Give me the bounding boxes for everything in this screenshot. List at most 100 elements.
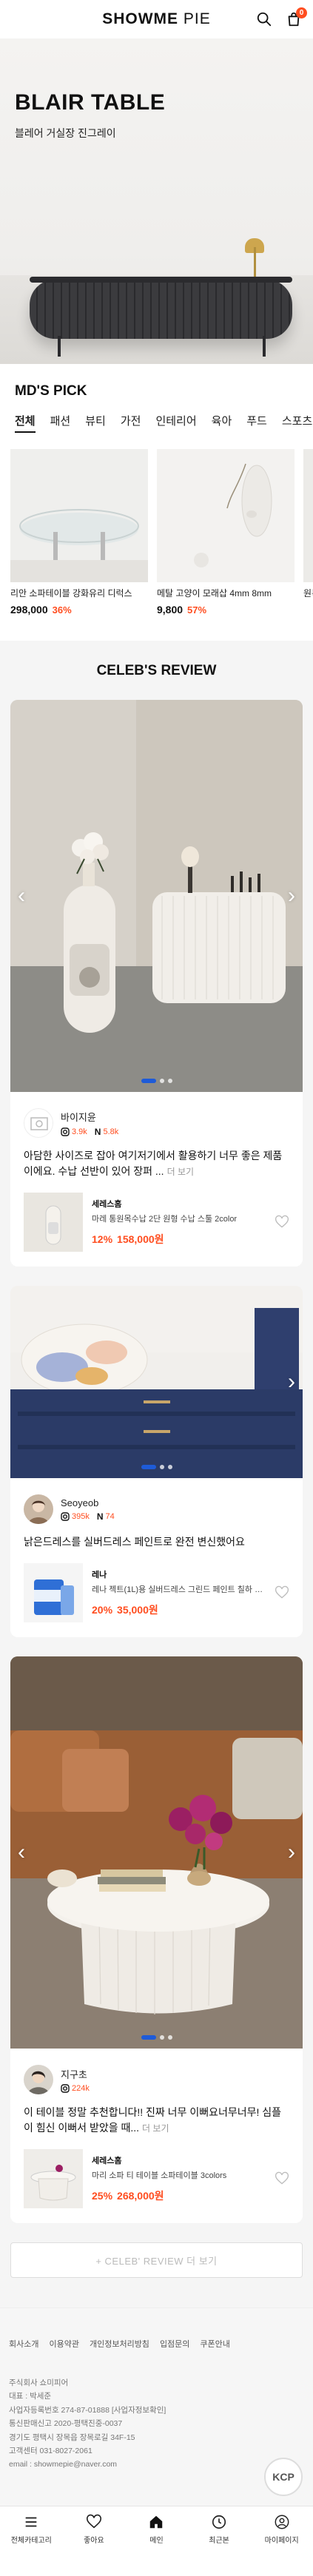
tab-appliance[interactable]: 가전 xyxy=(121,413,141,433)
review-card[interactable]: ‹ › 바이지윤 3.9k N 5.8k 아담한 사이즈로 잡아 여기저기에서 … xyxy=(10,700,303,1267)
more-reviews-button[interactable]: + CELEB' REVIEW 더 보기 xyxy=(10,2242,303,2278)
product-card[interactable]: 원목 xyxy=(303,449,313,616)
product-price-row: 20% 35,000원 xyxy=(92,1602,270,1617)
footer-link-terms[interactable]: 이용약관 xyxy=(49,2338,78,2350)
tab-beauty[interactable]: 뷰티 xyxy=(85,413,106,433)
review-product[interactable]: 레나 레나 젝트(1L)용 실버드레스 그린드 페인트 칠하 친환경 ... 2… xyxy=(24,1563,289,1622)
heart-icon[interactable] xyxy=(275,1585,289,1600)
instagram-icon xyxy=(61,1127,70,1136)
carousel-dot[interactable] xyxy=(159,1079,164,1083)
ceo: 대표 : 박세준 xyxy=(9,2392,52,2401)
instagram-stat: 395k xyxy=(61,1512,90,1521)
nav-category[interactable]: 전체카테고리 xyxy=(0,2506,63,2553)
blog-stat: N 5.8k xyxy=(95,1127,118,1137)
nav-label: 최근본 xyxy=(209,2537,229,2546)
footer-link-privacy[interactable]: 개인정보처리방침 xyxy=(90,2338,149,2350)
review-image[interactable]: ‹ › xyxy=(10,700,303,1092)
company-name: 주식회사 쇼미피어 xyxy=(9,2378,69,2387)
address: 경기도 평택시 장목읍 장목로길 34F-15 xyxy=(9,2432,135,2442)
product-name: 원목 xyxy=(303,588,313,599)
carousel-dot[interactable] xyxy=(159,2035,164,2040)
footer-link-company[interactable]: 회사소개 xyxy=(9,2338,38,2350)
footer-link-coupon[interactable]: 쿠폰안내 xyxy=(200,2338,229,2350)
business-number[interactable]: 사업자등록번호 274-87-01888 [사업자정보확인] xyxy=(9,2404,304,2417)
mail-order-number: 통신판매신고 2020-평택진중-0037 xyxy=(9,2419,123,2429)
carousel-dot[interactable] xyxy=(159,1465,164,1469)
product-carousel[interactable]: 리안 소파테이블 강화유리 디럭스 298,000 36% 메탈 고양이 모래삽 … xyxy=(0,440,313,616)
review-user[interactable]: 바이지윤 3.9k N 5.8k xyxy=(24,1108,289,1138)
review-product[interactable]: 세레스홈 마레 통원목수납 2단 원형 수납 스툴 2color 12% 158,… xyxy=(24,1193,289,1252)
product-percent: 20% xyxy=(92,1604,113,1616)
carousel-dot-active[interactable] xyxy=(141,2035,156,2040)
sideboard-leg xyxy=(58,336,61,357)
instagram-icon xyxy=(61,1511,70,1521)
cart-icon[interactable]: 0 xyxy=(283,7,307,30)
instagram-count: 395k xyxy=(72,1511,90,1521)
user-stats: 224k xyxy=(61,2084,90,2093)
footer-link-partner[interactable]: 입점문의 xyxy=(160,2338,189,2350)
kcp-badge[interactable]: KCP xyxy=(264,2458,303,2496)
review-text-content: 낡은드레스를 실버드레스 페인트로 완전 변신했어요 xyxy=(24,1536,245,1548)
nav-recent[interactable]: 최근본 xyxy=(188,2506,251,2553)
review-text[interactable]: 아담한 사이즈로 잡아 여기저기에서 활용하기 너무 좋은 제품이에요. 수납 … xyxy=(24,1148,289,1179)
review-user[interactable]: Seoyeob 395k N 74 xyxy=(24,1494,289,1524)
review-card[interactable]: ‹ › 지구초 224k 이 테이블 정말 추천합니다!! 진짜 너무 이뻐요너… xyxy=(10,1656,303,2223)
chevron-left-icon[interactable]: ‹ xyxy=(13,881,30,911)
chevron-right-icon[interactable]: › xyxy=(283,1838,300,1867)
product-price-row: 298,000 36% xyxy=(10,604,148,616)
carousel-dot-active[interactable] xyxy=(141,1465,156,1469)
nav-mypage[interactable]: 마이페이지 xyxy=(250,2506,313,2553)
tab-food[interactable]: 푸드 xyxy=(246,413,267,433)
chevron-right-icon[interactable]: › xyxy=(283,1367,300,1397)
review-product[interactable]: 세레스홈 마리 소파 티 테이블 소파테이블 3colors 25% 268,00… xyxy=(24,2149,289,2208)
nav-home[interactable]: 메인 xyxy=(125,2506,188,2553)
tab-sports[interactable]: 스포츠 xyxy=(282,413,312,433)
avatar xyxy=(24,2065,53,2094)
heart-icon[interactable] xyxy=(275,1215,289,1230)
celeb-review-title: CELEB'S REVIEW xyxy=(96,663,217,678)
heart-icon[interactable] xyxy=(275,2171,289,2186)
nav-label: 메인 xyxy=(149,2537,164,2546)
review-text[interactable]: 낡은드레스를 실버드레스 페인트로 완전 변신했어요 xyxy=(24,1534,289,1550)
carousel-dot[interactable] xyxy=(167,1079,172,1083)
logo-main: SHOWME xyxy=(102,10,179,27)
tab-baby[interactable]: 육아 xyxy=(212,413,232,433)
review-image[interactable]: ‹ › xyxy=(10,1656,303,2049)
user-stats: 395k N 74 xyxy=(61,1511,115,1522)
lamp-stem xyxy=(254,247,256,278)
tab-all[interactable]: 전체 xyxy=(15,413,36,433)
chevron-left-icon[interactable]: ‹ xyxy=(13,1838,30,1867)
hero-banner[interactable]: BLAIR TABLE 블레어 거실장 진그레이 xyxy=(0,38,313,364)
review-product-info: 레나 레나 젝트(1L)용 실버드레스 그린드 페인트 칠하 친환경 ... 2… xyxy=(92,1568,289,1617)
review-body: Seoyeob 395k N 74 낡은드레스를 실버드레스 페인트로 완전 변… xyxy=(10,1478,303,1637)
product-name: 마레 통원목수납 2단 원형 수납 스툴 2color xyxy=(92,1215,238,1224)
n-icon: N xyxy=(96,1511,104,1522)
more-link[interactable]: 더 보기 xyxy=(167,1167,194,1177)
carousel-dot[interactable] xyxy=(167,1465,172,1469)
nav-likes[interactable]: 좋아요 xyxy=(63,2506,126,2553)
hero-title: BLAIR TABLE xyxy=(15,90,166,115)
product-price-row: 9,800 57% xyxy=(157,604,295,616)
product-image xyxy=(157,449,295,582)
review-image[interactable]: › xyxy=(10,1286,303,1478)
carousel-dot-active[interactable] xyxy=(141,1079,156,1083)
product-discount: 57% xyxy=(187,604,207,616)
header-icons: 0 xyxy=(254,7,307,30)
carousel-dots xyxy=(141,1465,172,1469)
tab-fashion[interactable]: 패션 xyxy=(50,413,71,433)
more-link[interactable]: 더 보기 xyxy=(142,2123,169,2134)
tab-interior[interactable]: 인테리어 xyxy=(155,413,196,433)
chevron-right-icon[interactable]: › xyxy=(283,881,300,911)
product-card[interactable]: 리안 소파테이블 강화유리 디럭스 298,000 36% xyxy=(10,449,148,616)
review-text[interactable]: 이 테이블 정말 추천합니다!! 진짜 너무 이뻐요너무너무! 심플이 힘신 이… xyxy=(24,2105,289,2136)
carousel-dot[interactable] xyxy=(167,2035,172,2040)
instagram-count: 3.9k xyxy=(72,1127,87,1136)
home-icon xyxy=(150,2515,163,2529)
search-icon[interactable] xyxy=(254,9,275,30)
review-user[interactable]: 지구초 224k xyxy=(24,2065,289,2094)
logo[interactable]: SHOWME PIE xyxy=(102,10,211,28)
user-name: 지구초 xyxy=(61,2068,87,2080)
review-body: 지구초 224k 이 테이블 정말 추천합니다!! 진짜 너무 이뻐요너무너무!… xyxy=(10,2049,303,2223)
product-card[interactable]: 메탈 고양이 모래삽 4mm 8mm 9,800 57% xyxy=(157,449,295,616)
review-card[interactable]: › Seoyeob 395k N 74 낡은드레스를 실버드레스 페인트로 완전… xyxy=(10,1286,303,1637)
